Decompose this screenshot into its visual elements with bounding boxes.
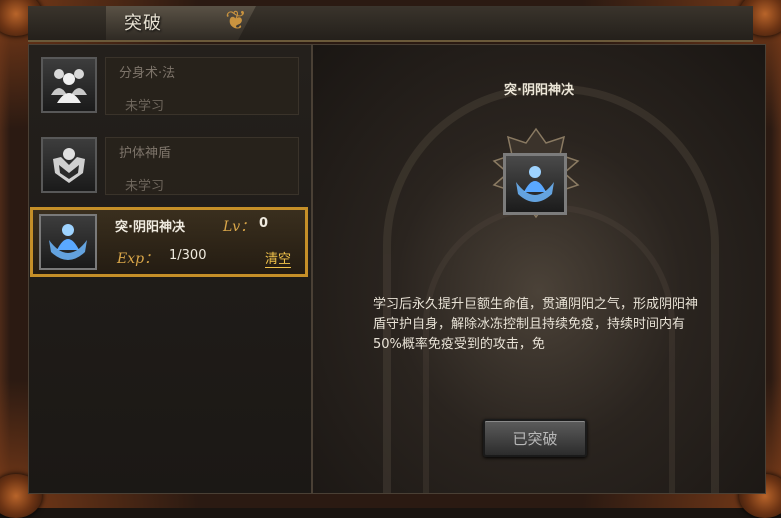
skill-status: 未学习 <box>125 179 165 194</box>
skill-description: 学习后永久提升巨额生命值，贯通阴阳之气，形成阴阳神盾守护自身，解除冰冻控制且持续… <box>373 297 699 352</box>
window-title: 突破 <box>124 13 162 34</box>
skill-list: 分身术·法 未学习 护体神盾 未学习 突·阴阳神决 Lv： 0 Exp： 1/3… <box>28 44 312 494</box>
flame-ornament-icon: ❦ <box>225 6 247 36</box>
skill-status: 未学习 <box>125 99 165 114</box>
shield-armor-icon <box>41 137 97 193</box>
skill-name: 突·阴阳神决 <box>115 220 185 235</box>
clone-figures-icon <box>41 57 97 113</box>
level-value: 0 <box>259 216 269 231</box>
blue-shield-figure-icon <box>39 214 97 270</box>
skill-item-yinyang-selected[interactable]: 突·阴阳神决 Lv： 0 Exp： 1/300 清空 <box>30 207 308 277</box>
skill-item-shield[interactable]: 护体神盾 未学习 <box>37 133 303 195</box>
blue-shield-figure-icon <box>503 153 567 215</box>
exp-label: Exp： <box>117 251 159 267</box>
skill-detail-panel: 突·阴阳神决 学习后永久提升巨额生命值，贯通阴阳之气，形成阴阳神盾守护自身，解除… <box>312 44 766 494</box>
clear-button[interactable]: 清空 <box>265 248 292 268</box>
skill-name: 护体神盾 <box>119 146 172 161</box>
level-label: Lv： <box>223 219 255 235</box>
skill-emblem <box>491 127 581 235</box>
breakthrough-done-button[interactable]: 已突破 <box>483 419 587 457</box>
skill-item-clone[interactable]: 分身术·法 未学习 <box>37 53 303 115</box>
skill-name: 分身术·法 <box>119 66 176 81</box>
detail-title: 突·阴阳神决 <box>504 83 574 98</box>
exp-value: 1/300 <box>169 248 207 263</box>
